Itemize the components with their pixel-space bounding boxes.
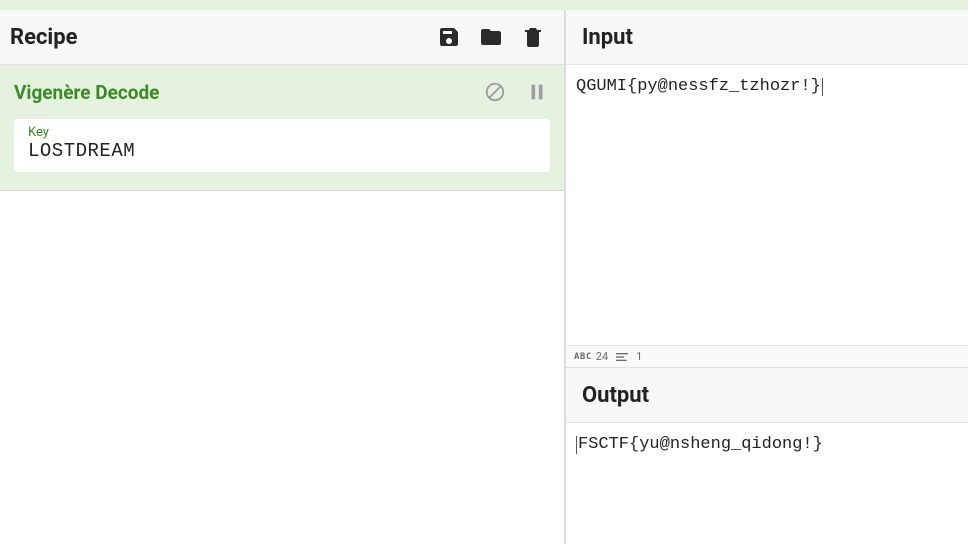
save-icon[interactable]: [432, 20, 466, 54]
recipe-title: Recipe: [10, 25, 424, 50]
output-title: Output: [566, 368, 968, 423]
char-count-chip: ABC 24: [574, 350, 608, 363]
input-status-bar: ABC 24 1: [566, 345, 968, 367]
abc-icon: ABC: [574, 352, 592, 362]
operation-title: Vigenère Decode: [14, 81, 466, 104]
input-textarea[interactable]: QGUMI{py@nessfz_tzhozr!}: [566, 65, 968, 345]
recipe-column: Recipe Vigenère Decode Ke: [0, 10, 565, 544]
key-input[interactable]: [28, 140, 536, 162]
key-label: Key: [28, 125, 536, 140]
operation-card: Vigenère Decode Key: [0, 65, 564, 191]
output-textarea[interactable]: FSCTF{yu@nsheng_qidong!}: [566, 423, 968, 544]
app-root: Recipe Vigenère Decode Ke: [0, 10, 968, 544]
input-panel: Input QGUMI{py@nessfz_tzhozr!}: [566, 10, 968, 345]
folder-icon[interactable]: [474, 20, 508, 54]
operation-header: Vigenère Decode: [14, 79, 550, 105]
pause-icon[interactable]: [524, 79, 550, 105]
key-field[interactable]: Key: [14, 119, 550, 172]
recipe-header: Recipe: [0, 10, 564, 65]
char-count: 24: [596, 350, 608, 363]
recipe-empty-area[interactable]: [0, 191, 564, 544]
output-panel: Output FSCTF{yu@nsheng_qidong!}: [566, 367, 968, 544]
io-column: Input QGUMI{py@nessfz_tzhozr!} ABC 24 1 …: [565, 10, 968, 544]
lines-icon: [616, 351, 632, 363]
line-count: 1: [636, 350, 642, 363]
line-count-chip: 1: [616, 350, 642, 363]
trash-icon[interactable]: [516, 20, 550, 54]
input-title: Input: [566, 10, 968, 65]
disable-icon[interactable]: [482, 79, 508, 105]
top-strip: [0, 0, 968, 10]
